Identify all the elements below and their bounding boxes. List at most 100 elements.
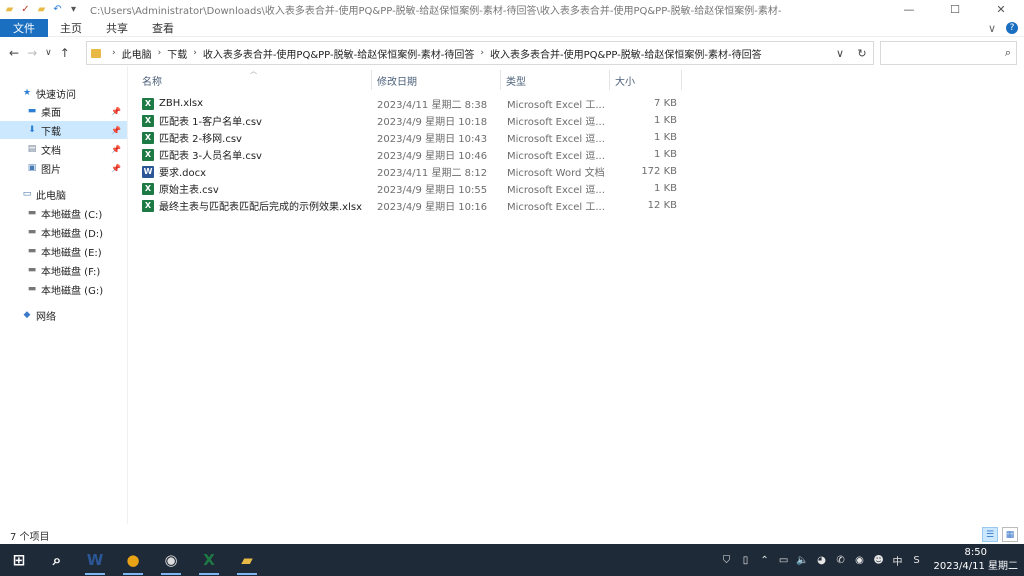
tray-icon[interactable]: ✆	[834, 553, 848, 567]
excel-icon: X	[142, 199, 154, 212]
recent-locations-icon[interactable]: ∨	[45, 48, 52, 58]
customize-qat-icon[interactable]: ▾	[67, 3, 80, 16]
pin-icon[interactable]: 📌	[111, 126, 121, 135]
star-icon: ★	[22, 88, 32, 98]
tray-icon[interactable]: ☻	[872, 553, 886, 567]
address-bar[interactable]: › 此电脑 › 下载 › 收入表多表合并-使用PQ&PP-脱敏-给赵保恒案例-素…	[86, 41, 874, 65]
pane-divider[interactable]	[127, 66, 128, 524]
excel-app[interactable]: X	[190, 544, 228, 576]
document-icon: ▤	[27, 144, 37, 154]
file-type: Microsoft Excel 逗...	[507, 151, 605, 162]
maximize-button[interactable]: ☐	[932, 0, 978, 19]
back-arrow-icon[interactable]: ←	[9, 46, 19, 60]
address-dropdown-icon[interactable]: ∨	[829, 47, 851, 60]
tray-icon[interactable]: ⛉	[720, 553, 734, 567]
status-bar: 7 个项目 ☰ ▦	[0, 526, 1024, 544]
file-row[interactable]: X ZBH.xlsx 2023/4/11 星期二 8:38 Microsoft Exc…	[138, 95, 686, 112]
taskbar: ⊞ ⌕ W ● ◉ X ▰ ⛉ ▯ ⌃ ▭ 🔈 ◕ ✆ ◉ ☻ 中 S 8:50 2023/4/11 星期二	[0, 544, 1024, 576]
obs-app-icon: ◉	[164, 551, 178, 569]
file-name-cell: X 匹配表 1-客户名单.csv	[142, 112, 370, 129]
sidebar-item[interactable]: ▤ 文档 📌	[0, 140, 127, 158]
new-folder-icon[interactable]: ▰	[35, 3, 48, 16]
sidebar-item[interactable]: ▭ 此电脑	[0, 185, 127, 203]
sidebar-item[interactable]: ★ 快速访问	[0, 84, 127, 102]
tab-file[interactable]: 文件	[0, 18, 48, 37]
chrome-app[interactable]: ●	[114, 544, 152, 576]
large-icons-view-icon[interactable]: ▦	[1002, 527, 1018, 542]
sidebar-item[interactable]: ▬ 本地磁盘 (E:)	[0, 242, 127, 260]
tray-icon[interactable]: ◉	[853, 553, 867, 567]
file-modified: 2023/4/11 星期二 8:12	[377, 168, 488, 179]
tab-view[interactable]: 查看	[140, 19, 186, 37]
file-name: 原始主表.csv	[159, 185, 219, 196]
breadcrumb-folder[interactable]: 收入表多表合并-使用PQ&PP-脱敏-给赵保恒案例-素材-待回答	[203, 46, 475, 61]
excel-csv-icon: X	[142, 131, 154, 144]
column-header-type[interactable]: 类型	[501, 70, 610, 90]
search-button[interactable]: ⌕	[38, 544, 76, 576]
file-size: 1 KB	[654, 149, 677, 160]
chevron-right-icon[interactable]: ›	[480, 48, 484, 58]
help-icon[interactable]: ?	[1006, 22, 1018, 34]
clock[interactable]: 8:50 2023/4/11 星期二	[934, 546, 1018, 574]
forward-arrow-icon[interactable]: →	[27, 46, 37, 60]
file-size: 7 KB	[654, 98, 677, 109]
chevron-right-icon[interactable]: ›	[158, 48, 162, 58]
file-row[interactable]: X 匹配表 1-客户名单.csv 2023/4/9 星期日 10:18 Microso…	[138, 112, 686, 129]
excel-csv-icon: X	[142, 182, 154, 195]
tray-icon[interactable]: ▯	[739, 553, 753, 567]
tray-icon[interactable]: 🔈	[796, 553, 810, 567]
tray-icon[interactable]: 中	[891, 553, 905, 568]
undo-icon[interactable]: ↶	[51, 3, 64, 16]
minimize-button[interactable]: —	[886, 0, 932, 19]
start-button[interactable]: ⊞	[0, 544, 38, 576]
file-explorer-app[interactable]: ▰	[228, 544, 266, 576]
search-input[interactable]: ⌕	[880, 41, 1017, 65]
word-app-icon: W	[86, 551, 104, 569]
sidebar-item[interactable]: ▬ 本地磁盘 (G:)	[0, 280, 127, 298]
close-button[interactable]: ✕	[978, 0, 1024, 19]
pin-icon[interactable]: 📌	[111, 164, 121, 173]
breadcrumb-downloads[interactable]: 下载	[167, 46, 187, 61]
sidebar-item[interactable]: ▬ 本地磁盘 (F:)	[0, 261, 127, 279]
tray-icon[interactable]: ◕	[815, 553, 829, 567]
breadcrumb-this-pc[interactable]: 此电脑	[122, 46, 152, 61]
column-header-size[interactable]: 大小	[610, 70, 682, 90]
navigation-pane: ★ 快速访问 ▬ 桌面 📌 ⬇ 下载 📌 ▤ 文档 📌 ▣ 图片 📌 ▭ 此电脑 ▬ 本地磁盘 (C:) ▬ 本地磁盘…	[0, 82, 127, 522]
start-button-icon: ⊞	[12, 551, 26, 569]
file-row[interactable]: X 最终主表与匹配表匹配后完成的示例效果.xlsx 2023/4/9 星期日 10:…	[138, 197, 686, 214]
tray-icon[interactable]: ▭	[777, 553, 791, 567]
breadcrumb-current-folder[interactable]: 收入表多表合并-使用PQ&PP-脱敏-给赵保恒案例-素材-待回答	[490, 46, 762, 61]
sidebar-item[interactable]: ▬ 本地磁盘 (C:)	[0, 204, 127, 222]
sidebar-item[interactable]: ◆ 网络	[0, 306, 127, 324]
word-app[interactable]: W	[76, 544, 114, 576]
tab-share[interactable]: 共享	[94, 19, 140, 37]
up-arrow-icon[interactable]: ↑	[60, 46, 70, 60]
sidebar-item[interactable]: ▣ 图片 📌	[0, 159, 127, 177]
details-view-icon[interactable]: ☰	[982, 527, 998, 542]
tab-home[interactable]: 主页	[48, 19, 94, 37]
clock-date: 2023/4/11 星期二	[933, 561, 1018, 572]
file-row[interactable]: W 要求.docx 2023/4/11 星期二 8:12 Microsoft Word…	[138, 163, 686, 180]
properties-icon[interactable]: ✓	[19, 3, 32, 16]
file-type: Microsoft Excel 工...	[507, 100, 605, 111]
file-row[interactable]: X 匹配表 2-移网.csv 2023/4/9 星期日 10:43 Microsoft…	[138, 129, 686, 146]
obs-app[interactable]: ◉	[152, 544, 190, 576]
file-name: ZBH.xlsx	[159, 98, 204, 109]
sidebar-item-label: 此电脑	[36, 190, 66, 202]
file-row[interactable]: X 匹配表 3-人员名单.csv 2023/4/9 星期日 10:46 Microso…	[138, 146, 686, 163]
chevron-right-icon[interactable]: ›	[193, 48, 197, 58]
column-header-name[interactable]: 名称	[137, 70, 372, 90]
column-header-date[interactable]: 修改日期	[372, 70, 501, 90]
pin-icon[interactable]: 📌	[111, 145, 121, 154]
tray-icon[interactable]: S	[910, 553, 924, 567]
tray-icon[interactable]: ⌃	[758, 553, 772, 567]
sidebar-item[interactable]: ▬ 桌面 📌	[0, 102, 127, 120]
pin-icon[interactable]: 📌	[111, 107, 121, 116]
file-row[interactable]: X 原始主表.csv 2023/4/9 星期日 10:55 Microsoft Exc…	[138, 180, 686, 197]
expand-ribbon-icon[interactable]: ∨	[988, 22, 996, 35]
sidebar-item[interactable]: ▬ 本地磁盘 (D:)	[0, 223, 127, 241]
sidebar-item[interactable]: ⬇ 下载 📌	[0, 121, 127, 139]
refresh-icon[interactable]: ↻	[851, 47, 873, 60]
file-size: 172 KB	[641, 166, 677, 177]
file-type: Microsoft Word 文档	[507, 168, 605, 179]
